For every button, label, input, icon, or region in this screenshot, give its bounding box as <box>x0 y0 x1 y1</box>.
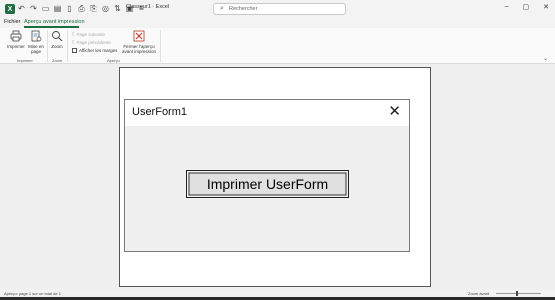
close-window-button[interactable]: ✕ <box>543 3 549 11</box>
userform-close-icon: ✕ <box>388 103 401 120</box>
group-label-imprimer: Imprimer <box>17 58 33 63</box>
undo-icon[interactable]: ↶ <box>17 3 26 14</box>
ribbon: Imprimer Mise en page Imprimer Zoom Zoom… <box>0 28 555 64</box>
restore-button[interactable]: ▢ <box>523 3 530 11</box>
save-icon[interactable]: ▭ <box>41 3 50 14</box>
zoom-avant-label[interactable]: Zoom avant <box>468 291 489 296</box>
search-placeholder: Rechercher <box>229 6 258 12</box>
preview-area: UserForm1 ✕ Imprimer UserForm <box>0 64 555 290</box>
zoom-slider-thumb[interactable] <box>516 291 518 296</box>
imprimer-button[interactable]: Imprimer <box>6 30 26 49</box>
open-icon[interactable]: ▤ <box>53 3 62 14</box>
menu-bar: Fichier Aperçu avant impression <box>0 18 555 28</box>
window-controls: – ▢ ✕ <box>505 3 549 11</box>
group-separator <box>67 30 68 62</box>
sort-icon[interactable]: ⇅ <box>113 3 122 14</box>
fermer-apercu-button[interactable]: Fermer l'aperçu avant impression <box>119 30 159 54</box>
userform-title: UserForm1 <box>132 106 188 118</box>
printer-icon <box>10 30 22 42</box>
title-bar: X ↶ ↷ ▭ ▤ ▯ ⎙ ⎘ ◎ ⇅ ▣ ≡ Classeur1 · Exce… <box>0 0 555 18</box>
fermer-apercu-label: Fermer l'aperçu avant impression <box>121 44 157 54</box>
imprimer-label: Imprimer <box>7 44 25 49</box>
userform-image: UserForm1 ✕ Imprimer UserForm <box>124 99 410 252</box>
previous-page-icon: ▯ <box>72 39 75 44</box>
page-info: Aperçu: page 1 sur un total de 1 <box>4 291 61 296</box>
userform-titlebar: UserForm1 ✕ <box>125 100 409 126</box>
close-preview-icon <box>133 30 145 42</box>
print-preview-icon[interactable]: ⎙ <box>77 3 86 14</box>
redo-icon[interactable]: ↷ <box>29 3 38 14</box>
group-separator <box>160 30 161 62</box>
group-label-apercu: Aperçu <box>107 58 120 63</box>
document-title: Classeur1 · Excel <box>126 4 170 10</box>
status-bar: Aperçu: page 1 sur un total de 1 Zoom av… <box>0 290 555 297</box>
zoom-button[interactable]: Zoom <box>49 30 65 49</box>
search-box[interactable]: ⌕ Rechercher <box>213 3 346 15</box>
zoom-label: Zoom <box>51 44 63 49</box>
new-icon[interactable]: ▯ <box>65 3 74 14</box>
next-page-icon: ▯ <box>72 31 75 36</box>
page-precedente-label: Page précédente <box>76 39 111 45</box>
page-precedente-button[interactable]: ▯ Page précédente <box>72 39 111 45</box>
page-suivante-button[interactable]: ▯ Page suivante <box>72 31 105 37</box>
page-suivante-label: Page suivante <box>76 31 106 37</box>
group-label-zoom: Zoom <box>52 58 63 63</box>
mise-en-page-button[interactable]: Mise en page <box>27 30 45 54</box>
minimize-button[interactable]: – <box>505 3 509 11</box>
group-separator <box>47 30 48 62</box>
excel-icon[interactable]: X <box>5 4 15 14</box>
spell-check-icon[interactable]: ◎ <box>101 3 110 14</box>
magnifier-icon <box>52 31 63 42</box>
page-setup-icon <box>31 30 42 42</box>
afficher-marges-label: Afficher les marges <box>79 48 118 53</box>
imprimer-userform-button: Imprimer UserForm <box>186 170 349 198</box>
checkbox-icon <box>72 48 77 53</box>
print-icon[interactable]: ⎘ <box>89 3 98 14</box>
tab-fichier[interactable]: Fichier <box>4 19 21 25</box>
zoom-slider[interactable] <box>496 293 541 294</box>
preview-page: UserForm1 ✕ Imprimer UserForm <box>119 67 431 287</box>
afficher-marges-checkbox[interactable]: Afficher les marges <box>72 48 117 53</box>
tab-apercu-avant-impression[interactable]: Aperçu avant impression <box>24 19 85 25</box>
search-icon: ⌕ <box>220 5 224 12</box>
mise-en-page-label: Mise en page <box>28 44 44 54</box>
collapse-ribbon-icon[interactable]: ⌄ <box>543 55 548 62</box>
